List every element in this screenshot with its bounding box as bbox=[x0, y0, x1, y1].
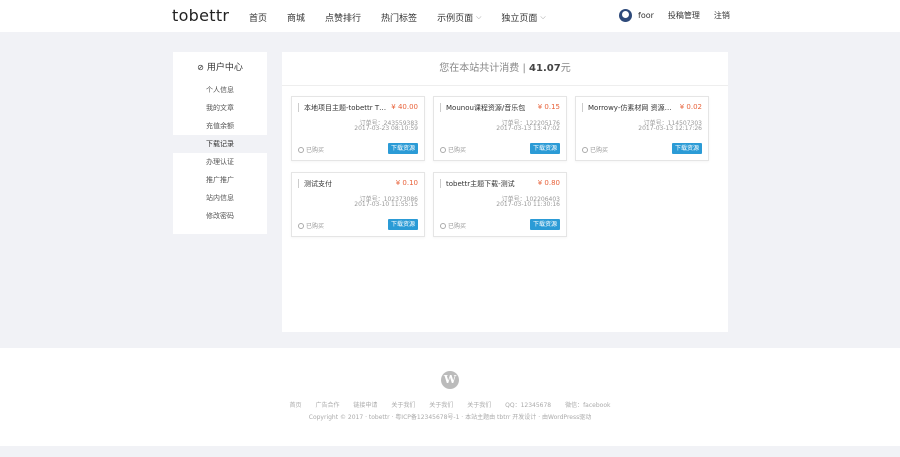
footer-link[interactable]: 关于我们 bbox=[467, 402, 491, 409]
chevron-down-icon: ⌵ bbox=[476, 13, 482, 21]
order-status: 已购买 bbox=[440, 221, 466, 230]
order-price: ¥ 0.02 bbox=[679, 103, 702, 111]
nav-sample-pages[interactable]: 示例页面 ⌵ bbox=[437, 11, 481, 24]
sidebar-item-password[interactable]: 修改密码 bbox=[173, 207, 267, 225]
nav-standalone-pages[interactable]: 独立页面 ⌵ bbox=[501, 11, 545, 24]
chevron-down-icon: ⌵ bbox=[540, 13, 546, 21]
avatar[interactable] bbox=[619, 9, 632, 22]
order-date: 2017-03-23 08:10:59 bbox=[354, 125, 418, 132]
user-area: foor 投稿管理 注销 bbox=[619, 9, 730, 22]
order-date: 2017-03-10 11:55:15 bbox=[354, 201, 418, 208]
status-label: 已购买 bbox=[306, 147, 325, 154]
logout-link[interactable]: 注销 bbox=[714, 10, 730, 21]
order-date: 2017-03-13 13:47:02 bbox=[496, 125, 560, 132]
download-button[interactable]: 下载资源 bbox=[530, 143, 560, 154]
user-circle-icon: ⊘ bbox=[197, 63, 204, 72]
order-title[interactable]: 测试支付 bbox=[304, 179, 388, 189]
nav-label: 独立页面 bbox=[501, 14, 538, 24]
clock-icon bbox=[440, 222, 446, 229]
summary-label: 您在本站共计消费 | bbox=[439, 63, 526, 74]
order-price: ¥ 40.00 bbox=[391, 103, 418, 111]
order-status: 已购买 bbox=[298, 145, 324, 154]
sidebar-item-verification[interactable]: 办理认证 bbox=[173, 153, 267, 171]
currency-unit: 元 bbox=[560, 63, 571, 74]
sidebar-menu: 个人信息 我的文章 充值余额 下载记录 办理认证 推广推广 站内信息 修改密码 bbox=[173, 81, 267, 225]
order-status: 已购买 bbox=[582, 145, 608, 154]
order-card: tobettr主题下载-测试 ¥ 0.80 订单号：102206403 2017… bbox=[433, 172, 567, 237]
nav-likes-ranking[interactable]: 点赞排行 bbox=[325, 11, 361, 24]
order-card: Morrowy-仿素材网 资源 W ¥ 0.02 订单号：114507303 2… bbox=[575, 96, 709, 161]
status-label: 已购买 bbox=[306, 223, 325, 230]
status-label: 已购买 bbox=[590, 147, 609, 154]
card-accent bbox=[298, 179, 299, 188]
footer-links: 首页 广告合作 链接申请 关于我们 关于我们 关于我们 QQ：12345678 … bbox=[0, 400, 900, 409]
footer-link[interactable]: QQ：12345678 bbox=[505, 402, 551, 409]
nav-label: 热门标签 bbox=[381, 14, 418, 24]
sidebar-title-label: 用户中心 bbox=[206, 63, 243, 73]
spending-summary: 您在本站共计消费 | 41.07元 bbox=[282, 52, 728, 86]
wordpress-logo-icon[interactable]: W bbox=[441, 371, 459, 389]
order-title[interactable]: tobettr主题下载-测试 bbox=[446, 179, 530, 189]
status-label: 已购买 bbox=[448, 147, 467, 154]
card-accent bbox=[440, 103, 441, 112]
card-accent bbox=[582, 103, 583, 112]
clock-icon bbox=[298, 146, 304, 153]
order-price: ¥ 0.10 bbox=[395, 179, 418, 187]
download-button[interactable]: 下载资源 bbox=[672, 143, 702, 154]
nav-label: 商城 bbox=[287, 14, 306, 24]
sidebar-item-promotion[interactable]: 推广推广 bbox=[173, 171, 267, 189]
submission-manage-link[interactable]: 投稿管理 bbox=[668, 10, 700, 21]
order-status: 已购买 bbox=[298, 221, 324, 230]
status-label: 已购买 bbox=[448, 223, 467, 230]
order-date: 2017-03-10 11:30:16 bbox=[496, 201, 560, 208]
site-footer: W 首页 广告合作 链接申请 关于我们 关于我们 关于我们 QQ：1234567… bbox=[0, 348, 900, 446]
download-button[interactable]: 下载资源 bbox=[530, 219, 560, 230]
copyright-text: Copyright © 2017 · tobettr · 粤ICP备123456… bbox=[308, 414, 592, 421]
order-title[interactable]: 本地项目主题-tobettr Theme bbox=[304, 103, 388, 113]
footer-link[interactable]: 链接申请 bbox=[353, 402, 377, 409]
nav-label: 示例页面 bbox=[437, 14, 474, 24]
order-status: 已购买 bbox=[440, 145, 466, 154]
order-title[interactable]: Morrowy-仿素材网 资源 W bbox=[588, 103, 672, 113]
download-button[interactable]: 下载资源 bbox=[388, 143, 418, 154]
nav-label: 首页 bbox=[249, 14, 268, 24]
footer-link[interactable]: 首页 bbox=[290, 402, 302, 409]
clock-icon bbox=[440, 146, 446, 153]
footer-link[interactable]: 微信：facebook bbox=[565, 402, 610, 409]
nav-home[interactable]: 首页 bbox=[249, 11, 267, 24]
clock-icon bbox=[582, 146, 588, 153]
download-records-panel: 您在本站共计消费 | 41.07元 本地项目主题-tobettr Theme ¥… bbox=[282, 52, 728, 332]
clock-icon bbox=[298, 222, 304, 229]
order-price: ¥ 0.15 bbox=[537, 103, 560, 111]
order-date: 2017-03-13 12:17:26 bbox=[638, 125, 702, 132]
nav-hot-tags[interactable]: 热门标签 bbox=[381, 11, 417, 24]
footer-link[interactable]: 关于我们 bbox=[429, 402, 453, 409]
card-accent bbox=[298, 103, 299, 112]
nav-label: 点赞排行 bbox=[325, 14, 362, 24]
footer-link[interactable]: 广告合作 bbox=[315, 402, 339, 409]
footer-link[interactable]: 关于我们 bbox=[391, 402, 415, 409]
card-accent bbox=[440, 179, 441, 188]
nav-shop[interactable]: 商城 bbox=[287, 11, 305, 24]
order-card: Mounou课程资源/音乐包 ¥ 0.15 订单号：122205176 2017… bbox=[433, 96, 567, 161]
order-card: 测试支付 ¥ 0.10 订单号：102373086 2017-03-10 11:… bbox=[291, 172, 425, 237]
order-title[interactable]: Mounou课程资源/音乐包 bbox=[446, 103, 530, 113]
order-price: ¥ 0.80 bbox=[537, 179, 560, 187]
order-card: 本地项目主题-tobettr Theme ¥ 40.00 订单号：2435593… bbox=[291, 96, 425, 161]
sidebar-item-my-posts[interactable]: 我的文章 bbox=[173, 99, 267, 117]
sidebar-item-profile[interactable]: 个人信息 bbox=[173, 81, 267, 99]
top-header: tobettr 首页 商城 点赞排行 热门标签 示例页面 ⌵ 独立页面 ⌵ foor… bbox=[0, 0, 900, 32]
sidebar-item-recharge[interactable]: 充值余额 bbox=[173, 117, 267, 135]
sidebar-title: ⊘ 用户中心 bbox=[173, 60, 267, 73]
site-logo[interactable]: tobettr bbox=[172, 6, 229, 25]
user-center-sidebar: ⊘ 用户中心 个人信息 我的文章 充值余额 下载记录 办理认证 推广推广 站内信息… bbox=[173, 52, 267, 234]
user-name[interactable]: foor bbox=[638, 11, 654, 20]
main-nav: 首页 商城 点赞排行 热门标签 示例页面 ⌵ 独立页面 ⌵ bbox=[249, 11, 566, 24]
total-amount: 41.07 bbox=[529, 63, 561, 74]
download-button[interactable]: 下载资源 bbox=[388, 219, 418, 230]
sidebar-item-messages[interactable]: 站内信息 bbox=[173, 189, 267, 207]
sidebar-item-downloads[interactable]: 下载记录 bbox=[173, 135, 267, 153]
